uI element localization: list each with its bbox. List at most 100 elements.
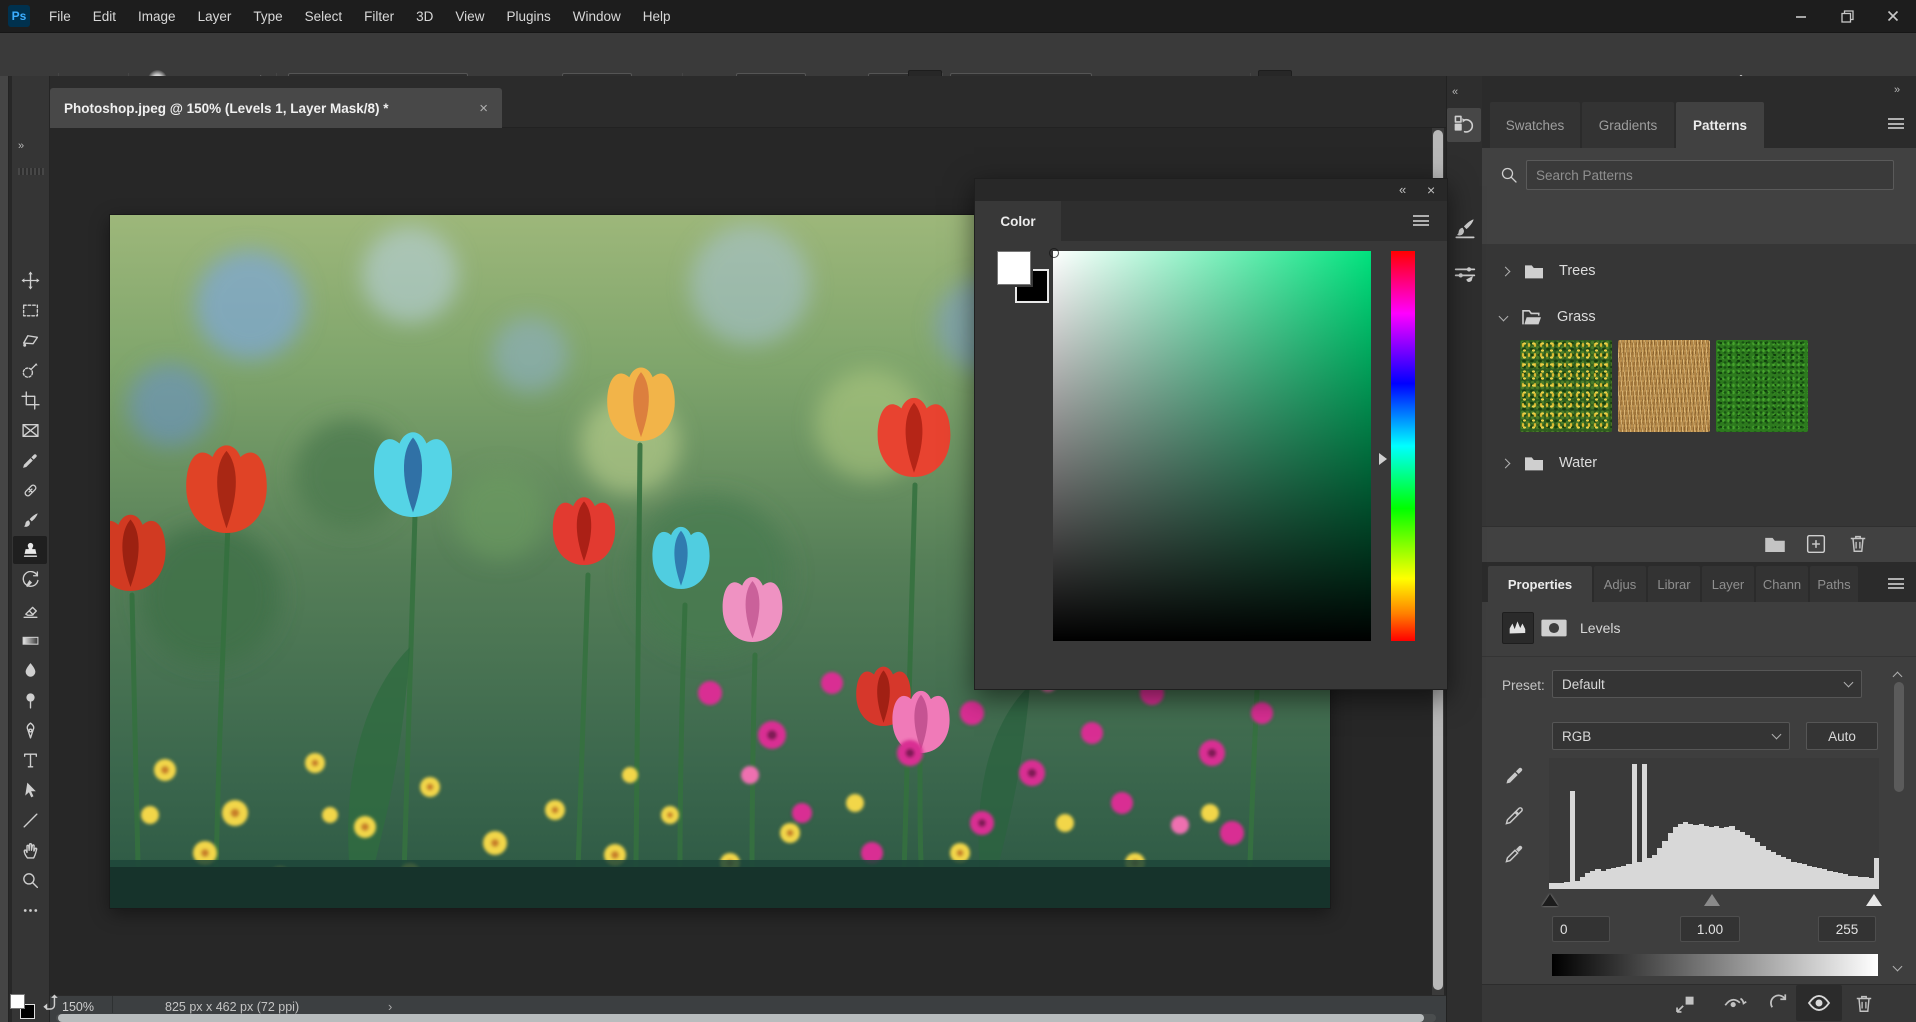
clip-to-layer-icon[interactable]	[1674, 993, 1696, 1015]
tab-paths[interactable]: Paths	[1810, 566, 1858, 602]
restore-button[interactable]	[1824, 0, 1870, 32]
frame-tool[interactable]	[16, 416, 44, 444]
tab-properties[interactable]: Properties	[1488, 566, 1592, 602]
pattern-green-grass[interactable]	[1716, 340, 1808, 432]
history-panel-icon[interactable]	[1447, 108, 1481, 142]
status-zoom-level[interactable]: 150%	[62, 1000, 94, 1014]
menu-edit[interactable]: Edit	[82, 0, 127, 32]
pattern-group-water[interactable]: Water	[1482, 440, 1916, 486]
input-gamma-slider[interactable]	[1704, 894, 1720, 906]
menu-type[interactable]: Type	[242, 0, 293, 32]
output-levels-gradient[interactable]	[1552, 954, 1878, 976]
rectangular-marquee-tool[interactable]	[16, 296, 44, 324]
scrollbar-up-icon[interactable]	[1894, 668, 1901, 683]
document-close-icon[interactable]: ×	[479, 100, 488, 117]
dock-expand-button[interactable]: »	[1894, 84, 1901, 96]
tab-patterns[interactable]: Patterns	[1676, 102, 1764, 148]
hue-slider[interactable]	[1391, 251, 1415, 641]
quick-selection-tool[interactable]	[16, 356, 44, 384]
brushes-panel-icon[interactable]	[1451, 260, 1479, 288]
menu-select[interactable]: Select	[294, 0, 354, 32]
spot-healing-brush-tool[interactable]	[16, 476, 44, 504]
patterns-search-input[interactable]	[1526, 160, 1894, 190]
menu-layer[interactable]: Layer	[187, 0, 243, 32]
saturation-brightness-field[interactable]	[1053, 251, 1371, 641]
tab-color[interactable]: Color	[975, 201, 1061, 241]
toggle-visibility-button[interactable]	[1796, 985, 1842, 1021]
input-white-field[interactable]	[1818, 916, 1876, 942]
white-point-eyedropper-icon[interactable]	[1504, 842, 1526, 867]
pattern-group-grass[interactable]: Grass	[1482, 294, 1916, 340]
toolbar-grip[interactable]	[18, 168, 44, 175]
tab-gradients[interactable]: Gradients	[1582, 102, 1674, 148]
color-field-marker[interactable]	[1049, 248, 1059, 258]
auto-button[interactable]: Auto	[1806, 722, 1878, 750]
panel-close-icon[interactable]: ×	[1427, 182, 1435, 198]
properties-menu-icon[interactable]	[1888, 578, 1904, 589]
color-panel-menu-icon[interactable]	[1413, 215, 1429, 226]
move-tool[interactable]	[16, 266, 44, 294]
pattern-meadow-grass-with-yellow-flowers[interactable]	[1520, 340, 1612, 432]
crop-tool[interactable]	[16, 386, 44, 414]
dodge-tool[interactable]	[16, 686, 44, 714]
type-tool[interactable]	[16, 746, 44, 774]
gradient-tool[interactable]	[16, 626, 44, 654]
panel-scrollbar-thumb[interactable]	[1894, 682, 1904, 792]
new-group-icon[interactable]	[1764, 534, 1786, 557]
path-selection-tool[interactable]	[16, 776, 44, 804]
eraser-tool[interactable]	[16, 596, 44, 624]
minimize-button[interactable]	[1778, 0, 1824, 32]
tab-swatches[interactable]: Swatches	[1490, 102, 1580, 148]
close-button[interactable]	[1870, 0, 1916, 32]
history-brush-tool[interactable]	[16, 566, 44, 594]
menu-filter[interactable]: Filter	[353, 0, 405, 32]
delete-adjustment-icon[interactable]	[1854, 993, 1874, 1014]
tab-layers[interactable]: Layer	[1702, 566, 1754, 602]
reset-adjustment-icon[interactable]	[1768, 993, 1789, 1014]
panel-collapse-icon[interactable]: «	[1399, 182, 1406, 197]
tab-libraries[interactable]: Librar	[1648, 566, 1700, 602]
new-pattern-icon[interactable]	[1806, 534, 1826, 557]
edit-toolbar-icon[interactable]	[16, 896, 44, 924]
levels-histogram-bars[interactable]	[1549, 758, 1879, 888]
line-tool[interactable]	[16, 806, 44, 834]
hand-tool[interactable]	[16, 836, 44, 864]
menu-image[interactable]: Image	[127, 0, 187, 32]
blur-tool[interactable]	[16, 656, 44, 684]
pattern-group-trees[interactable]: Trees	[1482, 248, 1916, 294]
preset-select[interactable]: Default	[1552, 670, 1862, 698]
delete-pattern-icon[interactable]	[1848, 533, 1868, 557]
input-gamma-field[interactable]	[1680, 916, 1740, 942]
toolbar-expand-button[interactable]: »	[18, 140, 25, 152]
input-black-field[interactable]	[1552, 916, 1610, 942]
clone-stamp-tool[interactable]	[13, 536, 47, 564]
eyedropper-tool[interactable]	[16, 446, 44, 474]
foreground-color-swatch-panel[interactable]	[997, 251, 1031, 285]
pen-tool[interactable]	[16, 716, 44, 744]
input-black-slider[interactable]	[1542, 894, 1558, 906]
tab-channels[interactable]: Chann	[1756, 566, 1808, 602]
view-previous-state-icon[interactable]	[1722, 993, 1748, 1015]
menu-3d[interactable]: 3D	[405, 0, 444, 32]
brush-settings-panel-icon[interactable]	[1451, 214, 1479, 242]
document-tab[interactable]: Photoshop.jpeg @ 150% (Levels 1, Layer M…	[50, 88, 502, 128]
brush-tool[interactable]	[16, 506, 44, 534]
dock-collapse-button[interactable]: «	[1452, 86, 1459, 98]
canvas-horizontal-scrollbar[interactable]	[56, 1014, 1436, 1022]
lasso-tool[interactable]	[16, 326, 44, 354]
patterns-menu-icon[interactable]	[1888, 118, 1904, 129]
menu-file[interactable]: File	[38, 0, 82, 32]
menu-window[interactable]: Window	[562, 0, 632, 32]
menu-plugins[interactable]: Plugins	[495, 0, 561, 32]
color-panel-header[interactable]: « ×	[975, 179, 1447, 201]
foreground-color-swatch[interactable]	[10, 994, 25, 1009]
layer-mask-icon[interactable]	[1540, 616, 1568, 643]
swap-colors-icon[interactable]	[40, 994, 60, 1017]
scrollbar-down-icon[interactable]	[1894, 958, 1901, 973]
menu-view[interactable]: View	[444, 0, 495, 32]
hue-slider-marker[interactable]	[1379, 453, 1387, 465]
menu-help[interactable]: Help	[632, 0, 682, 32]
gray-point-eyedropper-icon[interactable]	[1504, 804, 1526, 829]
input-white-slider[interactable]	[1866, 894, 1882, 906]
black-point-eyedropper-icon[interactable]	[1504, 764, 1526, 789]
